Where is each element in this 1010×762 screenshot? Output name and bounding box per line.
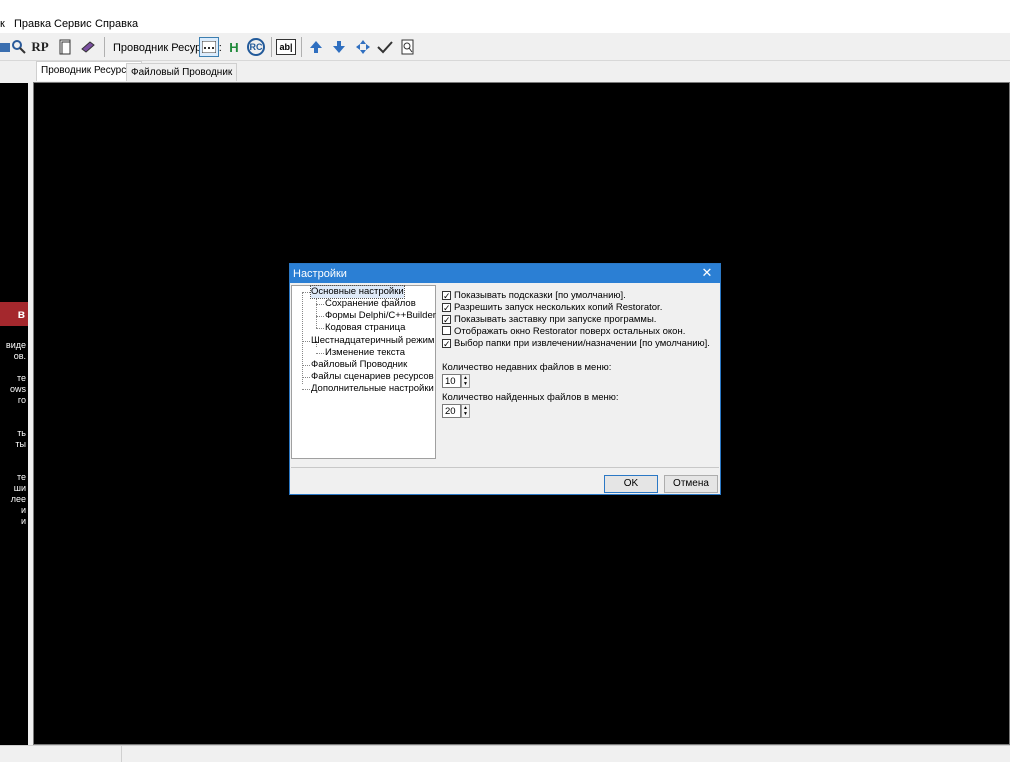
cancel-button[interactable]: Отмена: [664, 475, 718, 493]
spin-down-icon[interactable]: ▼: [463, 411, 468, 417]
tree-item-advanced[interactable]: Дополнительные настройки: [311, 383, 434, 395]
search-icon[interactable]: [9, 37, 29, 57]
spin-down-icon[interactable]: ▼: [463, 381, 468, 387]
move-icon[interactable]: [353, 37, 373, 57]
recent-files-label: Количество недавних файлов в меню:: [442, 362, 612, 373]
toolbar-separator: [271, 37, 272, 57]
left-info-panel: в виде ов. те ows го ть ты те ши лее и и: [0, 83, 28, 745]
left-panel-text: ть: [17, 428, 26, 438]
left-panel-text: виде: [5, 340, 26, 350]
rc-button[interactable]: RC: [247, 38, 265, 56]
checkbox-multiple-instances[interactable]: ✓: [442, 303, 451, 313]
ok-button[interactable]: OK: [604, 475, 658, 493]
dialog-separator: [291, 467, 719, 468]
h-button[interactable]: H: [224, 37, 244, 57]
left-panel-text: те: [16, 472, 26, 482]
tree-line: [302, 377, 310, 378]
checkbox-always-on-top[interactable]: [442, 326, 451, 335]
tree-line: [316, 298, 317, 328]
tree-item-file-explorer[interactable]: Файловый Проводник: [311, 359, 407, 371]
toolbar-separator: [301, 37, 302, 57]
found-files-input[interactable]: 20: [442, 404, 461, 418]
status-cell: [0, 746, 122, 762]
arrow-up-icon[interactable]: [306, 37, 326, 57]
left-panel-text: ты: [15, 439, 26, 449]
arrow-down-icon[interactable]: [329, 37, 349, 57]
tree-line: [316, 316, 324, 317]
find-document-icon[interactable]: [398, 37, 418, 57]
tree-line: [316, 353, 324, 354]
left-panel-text: ши: [13, 483, 26, 493]
tree-line: [302, 389, 310, 390]
left-panel-header: в: [0, 302, 28, 326]
view-grid-icon[interactable]: [199, 37, 219, 57]
settings-dialog: Настройки ✕ Основные настройки Сохранени…: [289, 263, 721, 495]
menu-service[interactable]: Сервис: [54, 18, 92, 30]
option-show-hints[interactable]: ✓ Показывать подсказки [по умолчанию].: [442, 290, 626, 302]
toolbar: RP Проводник Ресурсов: H RC ab|: [0, 33, 1010, 61]
tree-item-edit-text[interactable]: Изменение текста: [325, 347, 405, 359]
book-icon[interactable]: [78, 37, 98, 57]
document-icon[interactable]: [55, 37, 75, 57]
toolbar-separator: [104, 37, 105, 57]
left-panel-text: и: [20, 516, 26, 526]
tree-item-delphi-forms[interactable]: Формы Delphi/C++Builder: [325, 310, 436, 322]
status-bar: [0, 745, 1010, 762]
checkbox-folder-select[interactable]: ✓: [442, 339, 451, 349]
tree-item-hex-mode[interactable]: Шестнадцатеричный режим: [311, 335, 434, 347]
found-files-spinner[interactable]: 20 ▲ ▼: [442, 404, 470, 418]
option-show-splash[interactable]: ✓ Показывать заставку при запуске програм…: [442, 314, 656, 326]
menu-file[interactable]: к: [0, 18, 5, 30]
tree-line: [302, 292, 310, 293]
checkbox-show-hints[interactable]: ✓: [442, 291, 451, 301]
recent-files-input[interactable]: 10: [442, 374, 461, 388]
tree-line: [302, 341, 310, 342]
tree-item-save-files[interactable]: Сохранение файлов: [325, 298, 416, 310]
left-panel-text: го: [17, 395, 26, 405]
option-always-on-top[interactable]: Отображать окно Restorator поверх осталь…: [442, 326, 685, 338]
left-panel-text: те: [16, 373, 26, 383]
left-panel-text: ows: [9, 384, 26, 394]
close-icon[interactable]: ✕: [700, 266, 714, 280]
settings-tree: Основные настройки Сохранение файлов Фор…: [291, 285, 436, 459]
option-multiple-instances[interactable]: ✓ Разрешить запуск нескольких копий Resto…: [442, 302, 662, 314]
check-icon[interactable]: [375, 37, 395, 57]
tree-line: [302, 365, 310, 366]
recent-files-spinner[interactable]: 10 ▲ ▼: [442, 374, 470, 388]
left-panel-text: ов.: [13, 351, 26, 361]
spinner-arrows[interactable]: ▲ ▼: [461, 404, 470, 418]
spinner-arrows[interactable]: ▲ ▼: [461, 374, 470, 388]
menu-help[interactable]: Справка: [95, 18, 138, 30]
ab-button[interactable]: ab|: [276, 39, 296, 55]
menu-bar: к Правка Сервис Справка: [0, 0, 1010, 33]
checkbox-show-splash[interactable]: ✓: [442, 315, 451, 325]
tree-line: [316, 328, 324, 329]
tree-item-codepage[interactable]: Кодовая страница: [325, 322, 405, 334]
tree-line: [302, 292, 303, 384]
tree-line: [316, 304, 324, 305]
left-panel-text: и: [20, 505, 26, 515]
tab-file-explorer[interactable]: Файловый Проводник: [126, 63, 238, 81]
tab-strip: Проводник Ресурсов Файловый Проводник: [0, 61, 1010, 81]
tree-item-resource-scripts[interactable]: Файлы сценариев ресурсов: [311, 371, 434, 383]
tree-item-general[interactable]: Основные настройки: [310, 285, 405, 299]
option-folder-select[interactable]: ✓ Выбор папки при извлечении/назначении […: [442, 338, 710, 350]
rp-button[interactable]: RP: [30, 37, 50, 57]
found-files-label: Количество найденных файлов в меню:: [442, 392, 619, 403]
dialog-title: Настройки: [290, 264, 720, 283]
menu-edit[interactable]: Правка: [14, 18, 51, 30]
left-panel-text: лее: [10, 494, 26, 504]
